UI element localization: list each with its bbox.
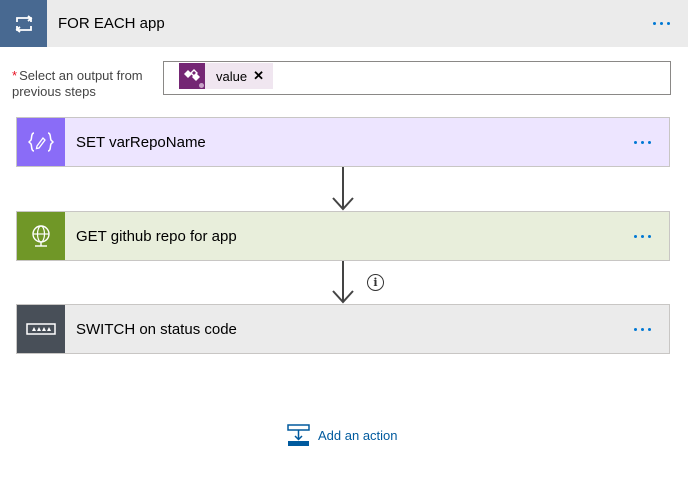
value-token[interactable]: value ✕ xyxy=(179,63,273,89)
foreach-more-menu[interactable] xyxy=(653,22,670,25)
token-label: value xyxy=(216,68,248,84)
remove-token-icon[interactable]: ✕ xyxy=(253,68,264,84)
required-marker: * xyxy=(12,68,18,83)
select-output-input[interactable]: value ✕ xyxy=(163,61,671,95)
connector-arrow-icon xyxy=(332,197,354,211)
add-action-label: Add an action xyxy=(318,428,398,443)
connector-arrow-icon xyxy=(332,290,354,304)
action-more-menu[interactable] xyxy=(634,141,651,144)
action-title: SET varRepoName xyxy=(76,133,206,151)
loop-icon xyxy=(0,0,47,47)
action-title: SWITCH on status code xyxy=(76,320,237,338)
globe-icon xyxy=(17,212,65,260)
action-switch-status-code[interactable]: SWITCH on status code xyxy=(16,304,670,354)
variable-icon xyxy=(17,118,65,166)
action-set-varreponame[interactable]: SET varRepoName xyxy=(16,117,670,167)
add-action-button[interactable]: Add an action xyxy=(287,424,398,447)
add-action-icon xyxy=(287,424,310,446)
dataverse-icon xyxy=(179,63,205,89)
foreach-title: FOR EACH app xyxy=(58,15,165,32)
info-icon[interactable]: i xyxy=(367,274,384,291)
action-more-menu[interactable] xyxy=(634,235,651,238)
foreach-header[interactable]: FOR EACH app xyxy=(0,0,688,47)
select-output-label: * Select an output from previous steps xyxy=(12,68,157,100)
action-more-menu[interactable] xyxy=(634,328,651,331)
select-output-text: Select an output from previous steps xyxy=(12,68,143,99)
action-title: GET github repo for app xyxy=(76,227,237,245)
action-get-github-repo[interactable]: GET github repo for app xyxy=(16,211,670,261)
switch-icon xyxy=(17,305,65,353)
